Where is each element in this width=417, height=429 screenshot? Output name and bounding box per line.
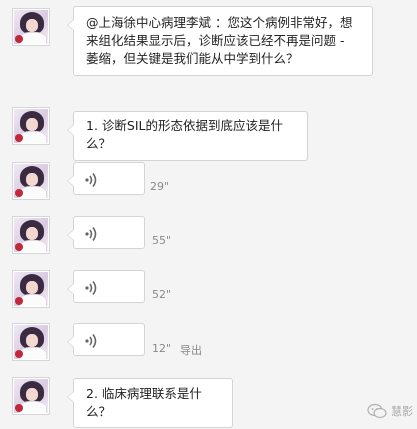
message-text: 2. 临床病理联系是什么？ (86, 386, 202, 419)
voice-duration: 55" (152, 234, 172, 247)
voice-message-bubble[interactable] (67, 162, 145, 195)
wechat-logo-icon (367, 403, 387, 419)
avatar[interactable] (12, 107, 50, 145)
message-bubble[interactable]: 1. 诊断SIL的形态依据到底应该是什么？ (67, 111, 308, 161)
avatar[interactable] (12, 377, 50, 415)
message-text: 1. 诊断SIL的形态依据到底应该是什么？ (86, 118, 283, 151)
avatar-icon (14, 10, 48, 44)
avatar[interactable] (12, 270, 50, 308)
avatar-icon (14, 218, 48, 252)
voice-duration: 52" (152, 288, 172, 301)
avatar-icon (14, 109, 48, 143)
watermark: 慧影 (367, 400, 413, 422)
message-text: @上海徐中心病理李斌 ：您这个病例非常好，想来组化结果显示后，诊断应该已经不再是… (86, 15, 353, 66)
avatar[interactable] (12, 162, 50, 200)
voice-message-bubble[interactable] (67, 270, 145, 303)
avatar-icon (14, 325, 48, 359)
watermark-text: 慧影 (391, 405, 413, 418)
voice-wave-icon (85, 173, 97, 187)
export-link[interactable]: 导出 (180, 342, 202, 358)
voice-wave-icon (85, 227, 97, 241)
avatar-icon (14, 272, 48, 306)
avatar[interactable] (12, 8, 50, 46)
voice-duration: 29" (150, 180, 170, 193)
avatar[interactable] (12, 216, 50, 254)
voice-message-bubble[interactable] (67, 216, 145, 249)
avatar[interactable] (12, 323, 50, 361)
avatar-icon (14, 379, 48, 413)
message-bubble[interactable]: 2. 临床病理联系是什么？ (67, 378, 233, 428)
message-bubble[interactable]: @上海徐中心病理李斌 ：您这个病例非常好，想来组化结果显示后，诊断应该已经不再是… (67, 6, 373, 76)
voice-wave-icon (85, 334, 97, 348)
voice-wave-icon (85, 281, 97, 295)
avatar-icon (14, 164, 48, 198)
voice-duration: 12" (152, 342, 172, 355)
voice-message-bubble[interactable] (67, 323, 145, 356)
